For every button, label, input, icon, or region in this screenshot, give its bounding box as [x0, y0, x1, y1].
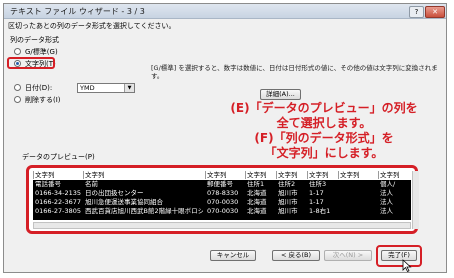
table-cell: 日の出団扱センター [85, 189, 144, 197]
horizontal-scrollbar[interactable] [33, 222, 411, 229]
help-button[interactable]: ? [409, 6, 424, 18]
table-cell: 1-17 [309, 198, 324, 206]
finish-highlight [376, 245, 422, 267]
column-header[interactable]: 文字列 [205, 171, 246, 179]
data-preview[interactable]: 文字列 文字列 文字列 文字列 文字列 文字列 文字列 文字列 電話番号 名前 … [26, 165, 419, 234]
table-row: 0166-22-3677 旭川急便運送事業協同組合 070-0030 北海道 旭… [33, 198, 411, 206]
back-button[interactable]: < 戻る(B) [272, 250, 320, 261]
table-cell: 住所1 [247, 180, 265, 188]
preview-label: データのプレビュー(P) [22, 153, 95, 161]
table-cell: 0166-27-3805 [35, 207, 82, 215]
table-cell: 1-8右1 [309, 207, 331, 215]
option-skip-label: 削除する(I) [25, 96, 61, 104]
table-cell: 北海道 [247, 189, 267, 197]
format-description: [G/標準] を選択すると、数字は数値に、日付は日付形式の値に、その他の値は文字… [151, 64, 438, 80]
close-button[interactable]: ✕ [425, 6, 445, 18]
table-cell: 旭川市 [278, 198, 298, 206]
column-header[interactable]: 文字列 [83, 171, 206, 179]
preview-header-row: 文字列 文字列 文字列 文字列 文字列 文字列 文字列 文字列 [33, 171, 413, 179]
column-header[interactable]: 文字列 [276, 171, 308, 179]
table-cell: 電話番号 [35, 180, 61, 188]
table-cell: 北海道 [247, 198, 267, 206]
table-cell: 郵便番号 [207, 180, 233, 188]
table-cell: 1-17 [309, 189, 324, 197]
table-cell: 070-0030 [207, 198, 239, 206]
table-cell: 078-8330 [207, 189, 239, 197]
date-format-select[interactable]: YMD ▼ [77, 83, 135, 93]
details-button[interactable]: 詳細(A)... [260, 89, 301, 100]
table-cell: 法人 [380, 189, 393, 197]
table-cell: 個人/ [380, 180, 396, 188]
table-cell: 西武百貨店旭川西武B館2階緑十眼ボロショップ [85, 207, 203, 215]
table-cell: 法人 [380, 198, 393, 206]
table-cell: 住所3 [309, 180, 327, 188]
window-title: テキスト ファイル ウィザード - 3 / 3 [10, 7, 145, 16]
text-option-highlight [7, 57, 55, 69]
table-cell: 旭川急便運送事業協同組合 [85, 198, 163, 206]
title-bar: テキスト ファイル ウィザード - 3 / 3 ? ✕ [4, 4, 446, 19]
table-cell: 北海道 [247, 207, 267, 215]
table-cell: 名前 [85, 180, 98, 188]
table-cell: 070-0030 [207, 207, 239, 215]
preview-data-area[interactable]: 電話番号 名前 郵便番号 住所1 住所2 住所3 個人/ 0166-34-213… [33, 180, 411, 220]
table-cell: 0166-22-3677 [35, 198, 82, 206]
column-header[interactable]: 文字列 [33, 171, 84, 179]
chevron-down-icon[interactable]: ▼ [124, 84, 134, 92]
table-cell: 旭川市 [278, 207, 298, 215]
table-row: 電話番号 名前 郵便番号 住所1 住所2 住所3 個人/ [33, 180, 411, 188]
annotation-line-3: (F)「列のデータ形式」を [254, 131, 394, 145]
option-general-label: G/標準(G) [25, 48, 58, 56]
annotation-line-1: (E)「データのプレビュー」の列を [230, 101, 418, 115]
radio-general[interactable] [14, 48, 21, 55]
column-header[interactable]: 文字列 [378, 171, 413, 179]
column-header[interactable]: 文字列 [307, 171, 339, 179]
table-row: 0166-34-2135 日の出団扱センター 078-8330 北海道 旭川市 … [33, 189, 411, 197]
format-group-label: 列のデータ形式 [10, 36, 59, 44]
table-cell: 0166-34-2135 [35, 189, 82, 197]
date-format-value: YMD [80, 84, 95, 92]
table-cell: 旭川市 [278, 189, 298, 197]
cancel-button[interactable]: キャンセル [210, 250, 256, 261]
table-row: 0166-27-3805 西武百貨店旭川西武B館2階緑十眼ボロショップ 070-… [33, 207, 411, 215]
annotation-line-2: 全て選択します。 [276, 116, 372, 130]
column-header[interactable]: 文字列 [338, 171, 370, 179]
radio-date[interactable] [14, 84, 21, 91]
option-date-label: 日付(D): [25, 84, 53, 92]
next-button[interactable]: 次へ(N) > [324, 250, 372, 261]
vertical-scrollbar[interactable] [412, 171, 419, 229]
table-cell: 法人 [380, 207, 393, 215]
annotation-line-4: 「文字列」にします。 [264, 146, 384, 160]
radio-skip[interactable] [14, 96, 21, 103]
table-cell: 住所2 [278, 180, 296, 188]
mouse-cursor-icon [402, 259, 412, 272]
text-import-wizard-dialog: テキスト ファイル ウィザード - 3 / 3 ? ✕ 区切ったあとの列のデータ… [3, 3, 447, 273]
column-header[interactable]: 文字列 [245, 171, 277, 179]
instruction-text: 区切ったあとの列のデータ形式を選択してください。 [8, 22, 176, 30]
